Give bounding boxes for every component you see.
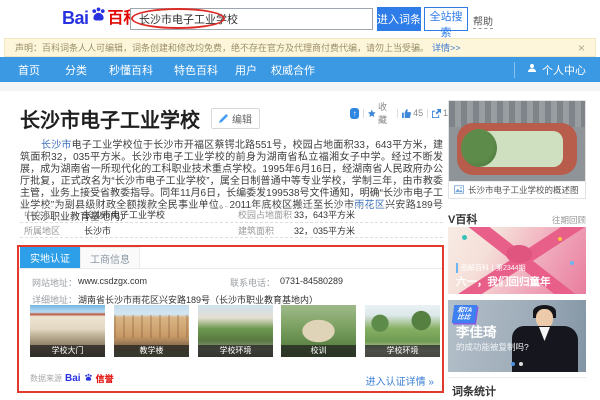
nav-item-home[interactable]: 首页 bbox=[18, 62, 40, 78]
edit-button[interactable]: 编辑 bbox=[211, 108, 260, 129]
website-label: 网站地址： bbox=[32, 276, 77, 289]
card2-person-name: 李佳琦 bbox=[456, 321, 497, 341]
infobox-value: 长沙市 bbox=[84, 224, 234, 237]
infobox-value: 32，035平方米 bbox=[294, 224, 443, 237]
star-icon bbox=[368, 109, 376, 118]
photo-campus-environment-1[interactable]: 学校环境 bbox=[198, 305, 273, 357]
data-source: 数据来源 Bai 信誉 bbox=[30, 373, 114, 384]
logo-bai-text: Bai bbox=[62, 8, 89, 28]
tab-divider bbox=[17, 268, 444, 269]
card1-title: 六一，我们回归童年 bbox=[456, 274, 551, 289]
data-source-label: 数据来源 bbox=[30, 373, 62, 384]
phone-label: 联系电话： bbox=[230, 276, 275, 289]
infobox-row: 中文名 长沙市电子工业学校 校园占地面积 33，643平方米 bbox=[20, 206, 443, 222]
close-icon[interactable]: × bbox=[578, 42, 585, 54]
nav-item-users[interactable]: 用户 bbox=[235, 62, 257, 78]
vbaike-history-link[interactable]: 往期回顾 bbox=[552, 214, 586, 226]
like-count: 45 bbox=[413, 108, 423, 118]
like-button[interactable]: 45 bbox=[402, 108, 423, 118]
infobox-value: 33，643平方米 bbox=[294, 208, 443, 221]
user-center[interactable]: 个人中心 bbox=[514, 62, 586, 78]
website-value: www.csdzgx.com bbox=[78, 276, 147, 286]
special-entry-icon[interactable]: ↑ bbox=[350, 108, 359, 119]
infobox-label: 所属地区 bbox=[20, 224, 84, 237]
infobox-row: 所属地区 长沙市 建筑面积 32，035平方米 bbox=[20, 222, 443, 238]
edit-button-label: 编辑 bbox=[232, 111, 252, 126]
overview-caption-text: 长沙市电子工业学校的概述图 bbox=[468, 184, 579, 196]
photo-campus-environment-2[interactable]: 学校环境 bbox=[365, 305, 440, 357]
photo-caption: 教学楼 bbox=[114, 345, 189, 357]
overview-image-card: 长沙市电子工业学校的概述图 bbox=[448, 100, 586, 199]
photo-caption: 学校环境 bbox=[198, 345, 273, 357]
image-icon bbox=[454, 185, 464, 196]
vbaike-title: V百科 bbox=[448, 211, 477, 227]
divider-strip bbox=[0, 82, 600, 91]
photo-caption: 学校环境 bbox=[365, 345, 440, 357]
disclaimer-bar: 声明：百科词条人人可编辑，词条创建和修改均免费，绝不存在官方及代理商付费代编，请… bbox=[4, 38, 596, 57]
overview-image[interactable] bbox=[449, 101, 585, 181]
stats-divider bbox=[448, 377, 586, 378]
disclaimer-text: 声明：百科词条人人可编辑，词条创建和修改均免费，绝不存在官方及代理商付费代编，请… bbox=[15, 41, 429, 54]
photo-school-motto[interactable]: 校训 bbox=[281, 305, 356, 357]
help-link[interactable]: 帮助 bbox=[473, 13, 493, 29]
article-actions: ↑ 收藏 45 1 bbox=[350, 100, 448, 126]
card1-series-tag: 图解百科丨第2344期 bbox=[456, 263, 526, 273]
photo-teaching-building[interactable]: 教学楼 bbox=[114, 305, 189, 357]
enter-entry-button[interactable]: 进入词条 bbox=[377, 7, 421, 31]
thumbs-up-icon bbox=[402, 109, 411, 118]
photo-school-gate[interactable]: 学校大门 bbox=[30, 305, 105, 357]
share-icon bbox=[432, 109, 441, 118]
favorite-button[interactable]: 收藏 bbox=[368, 100, 393, 126]
carousel-dot-active[interactable] bbox=[511, 362, 515, 366]
gift-bow-shape bbox=[506, 245, 532, 263]
overview-caption: 长沙市电子工业学校的概述图 bbox=[449, 181, 585, 198]
paw-icon bbox=[90, 6, 107, 28]
nav-item-special[interactable]: 特色百科 bbox=[174, 62, 218, 78]
nav-item-category[interactable]: 分类 bbox=[65, 62, 87, 78]
vbaike-card-childrens-day[interactable]: 图解百科丨第2344期 六一，我们回归童年 bbox=[448, 227, 586, 294]
page-title: 长沙市电子工业学校 bbox=[20, 104, 200, 133]
infobox-label: 中文名 bbox=[20, 208, 84, 221]
photo-caption: 校训 bbox=[281, 345, 356, 357]
baidu-xinyu-logo-bai: Bai bbox=[65, 374, 81, 384]
baidu-xinyu-logo-text: 信誉 bbox=[96, 374, 114, 384]
vbaike-card-lijiaqi[interactable]: 和TA 比比 李佳琦 的成功能被复制吗? bbox=[448, 300, 586, 372]
user-icon bbox=[527, 63, 537, 76]
baidu-baike-logo[interactable]: Bai 百科 bbox=[62, 6, 140, 28]
phone-value: 0731-84580289 bbox=[280, 276, 343, 286]
share-button[interactable]: 1 bbox=[432, 108, 448, 118]
carousel-dot[interactable] bbox=[519, 362, 523, 366]
infobox-label: 建筑面积 bbox=[234, 224, 294, 237]
tab-business-info[interactable]: 工商信息 bbox=[80, 247, 140, 268]
site-search-button[interactable]: 全站搜索 bbox=[424, 7, 468, 31]
search-input[interactable] bbox=[130, 8, 373, 30]
user-center-label: 个人中心 bbox=[542, 62, 586, 78]
main-nav: 首页 分类 秒懂百科 特色百科 用户 权威合作 个人中心 bbox=[0, 57, 600, 82]
carousel-dots bbox=[511, 362, 523, 366]
tab-onsite-certification[interactable]: 实地认证 bbox=[20, 247, 80, 268]
entry-stats-title: 词条统计 bbox=[452, 383, 496, 399]
card2-subtitle: 的成功能被复制吗? bbox=[456, 341, 529, 353]
photo-caption: 学校大门 bbox=[30, 345, 105, 357]
certification-detail-link[interactable]: 进入认证详情 » bbox=[366, 373, 434, 388]
favorite-label: 收藏 bbox=[378, 100, 393, 126]
infobox-label: 校园占地面积 bbox=[234, 208, 294, 221]
infobox: 中文名 长沙市电子工业学校 校园占地面积 33，643平方米 所属地区 长沙市 … bbox=[20, 206, 443, 238]
paw-icon bbox=[84, 373, 93, 384]
link-changsha[interactable]: 长沙市 bbox=[41, 140, 72, 151]
nav-item-miaodong[interactable]: 秒懂百科 bbox=[109, 62, 153, 78]
nav-item-cooperation[interactable]: 权威合作 bbox=[271, 62, 315, 78]
infobox-value: 长沙市电子工业学校 bbox=[84, 208, 234, 221]
certified-info-panel: 实地认证 工商信息 网站地址： www.csdzgx.com 联系电话： 073… bbox=[17, 245, 444, 393]
pencil-icon bbox=[219, 114, 228, 123]
disclaimer-detail-link[interactable]: 详情>> bbox=[432, 41, 461, 54]
